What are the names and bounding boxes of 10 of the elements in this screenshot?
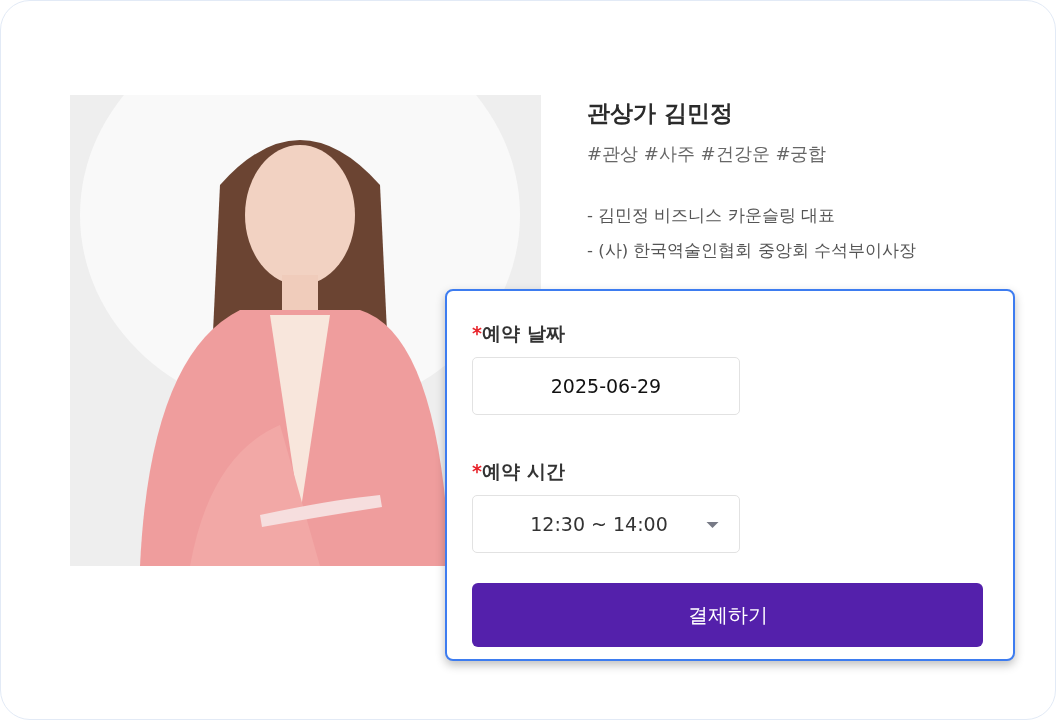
- field-label: *예약 시간: [472, 459, 565, 484]
- payment-button[interactable]: 결제하기: [472, 583, 983, 647]
- date-field[interactable]: 2025-06-29: [472, 357, 740, 415]
- career-item: - 김민정 비즈니스 카운슬링 대표: [587, 205, 836, 227]
- career-item: - (사) 한국역술인협회 중앙회 수석부이사장: [587, 240, 916, 262]
- profile-name: 관상가 김민정: [587, 99, 734, 128]
- hashtags: #관상 #사주 #건강운 #궁합: [587, 142, 828, 166]
- caret-icon: [706, 522, 719, 528]
- field-label: *예약 날짜: [472, 321, 565, 346]
- time-select[interactable]: 12:30 ~ 14:00: [472, 495, 740, 553]
